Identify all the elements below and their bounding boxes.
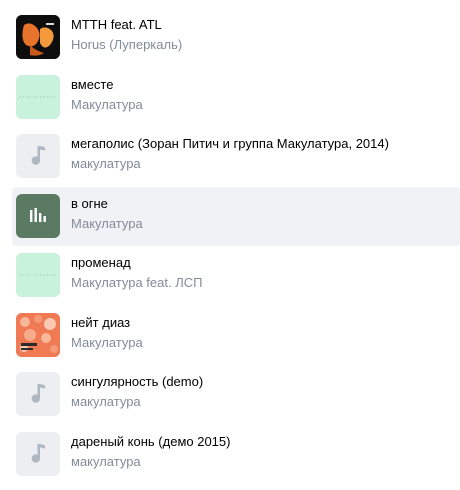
track-row[interactable]: дареный конь (демо 2015) макулатура bbox=[12, 425, 460, 485]
track-artist[interactable]: Макулатура bbox=[71, 216, 452, 232]
track-row[interactable]: MTTH feat. ATL Horus (Луперкаль) bbox=[12, 8, 460, 68]
track-title[interactable]: MTTH feat. ATL bbox=[71, 17, 452, 33]
album-art[interactable] bbox=[16, 193, 60, 238]
track-artist[interactable]: Horus (Луперкаль) bbox=[71, 37, 452, 53]
track-row-playing[interactable]: в огне Макулатура bbox=[12, 186, 460, 246]
track-title[interactable]: мегаполис (Зоран Питич и группа Макулату… bbox=[71, 136, 452, 152]
track-row[interactable]: мегаполис (Зоран Питич и группа Макулату… bbox=[12, 127, 460, 187]
album-art[interactable] bbox=[16, 74, 60, 119]
music-note-icon bbox=[31, 443, 45, 463]
track-row[interactable]: сингулярность (demo) макулатура bbox=[12, 365, 460, 425]
album-art-image bbox=[16, 74, 60, 119]
track-row[interactable]: вместе Макулатура bbox=[12, 68, 460, 128]
album-art-image bbox=[16, 312, 60, 357]
track-list: MTTH feat. ATL Horus (Луперкаль) вместе … bbox=[12, 8, 460, 484]
track-title[interactable]: сингулярность (demo) bbox=[71, 374, 452, 390]
album-art-image bbox=[16, 253, 60, 297]
track-title[interactable]: нейт диаз bbox=[71, 315, 452, 331]
track-artist[interactable]: макулатура bbox=[71, 394, 452, 410]
track-artist[interactable]: макулатура bbox=[71, 156, 452, 172]
album-art[interactable] bbox=[16, 134, 60, 178]
track-title[interactable]: дареный конь (демо 2015) bbox=[71, 434, 452, 450]
album-art[interactable] bbox=[16, 372, 60, 416]
track-row[interactable]: нейт диаз Макулатура bbox=[12, 306, 460, 366]
track-artist[interactable]: Макулатура bbox=[71, 97, 452, 113]
music-note-icon bbox=[31, 146, 45, 165]
track-artist[interactable]: Макулатура feat. ЛСП bbox=[71, 275, 452, 291]
track-title[interactable]: вместе bbox=[71, 77, 452, 93]
album-art[interactable] bbox=[16, 253, 60, 297]
track-title[interactable]: в огне bbox=[71, 196, 452, 212]
track-row[interactable]: променад Макулатура feat. ЛСП bbox=[12, 246, 460, 306]
music-note-icon bbox=[31, 384, 45, 403]
track-title[interactable]: променад bbox=[71, 255, 452, 271]
album-art-image bbox=[16, 15, 60, 59]
track-artist[interactable]: Макулатура bbox=[71, 335, 452, 351]
album-art[interactable] bbox=[16, 431, 60, 476]
album-art[interactable] bbox=[16, 312, 60, 357]
album-art[interactable] bbox=[16, 15, 60, 59]
track-artist[interactable]: макулатура bbox=[71, 454, 452, 470]
equalizer-icon bbox=[30, 207, 46, 222]
